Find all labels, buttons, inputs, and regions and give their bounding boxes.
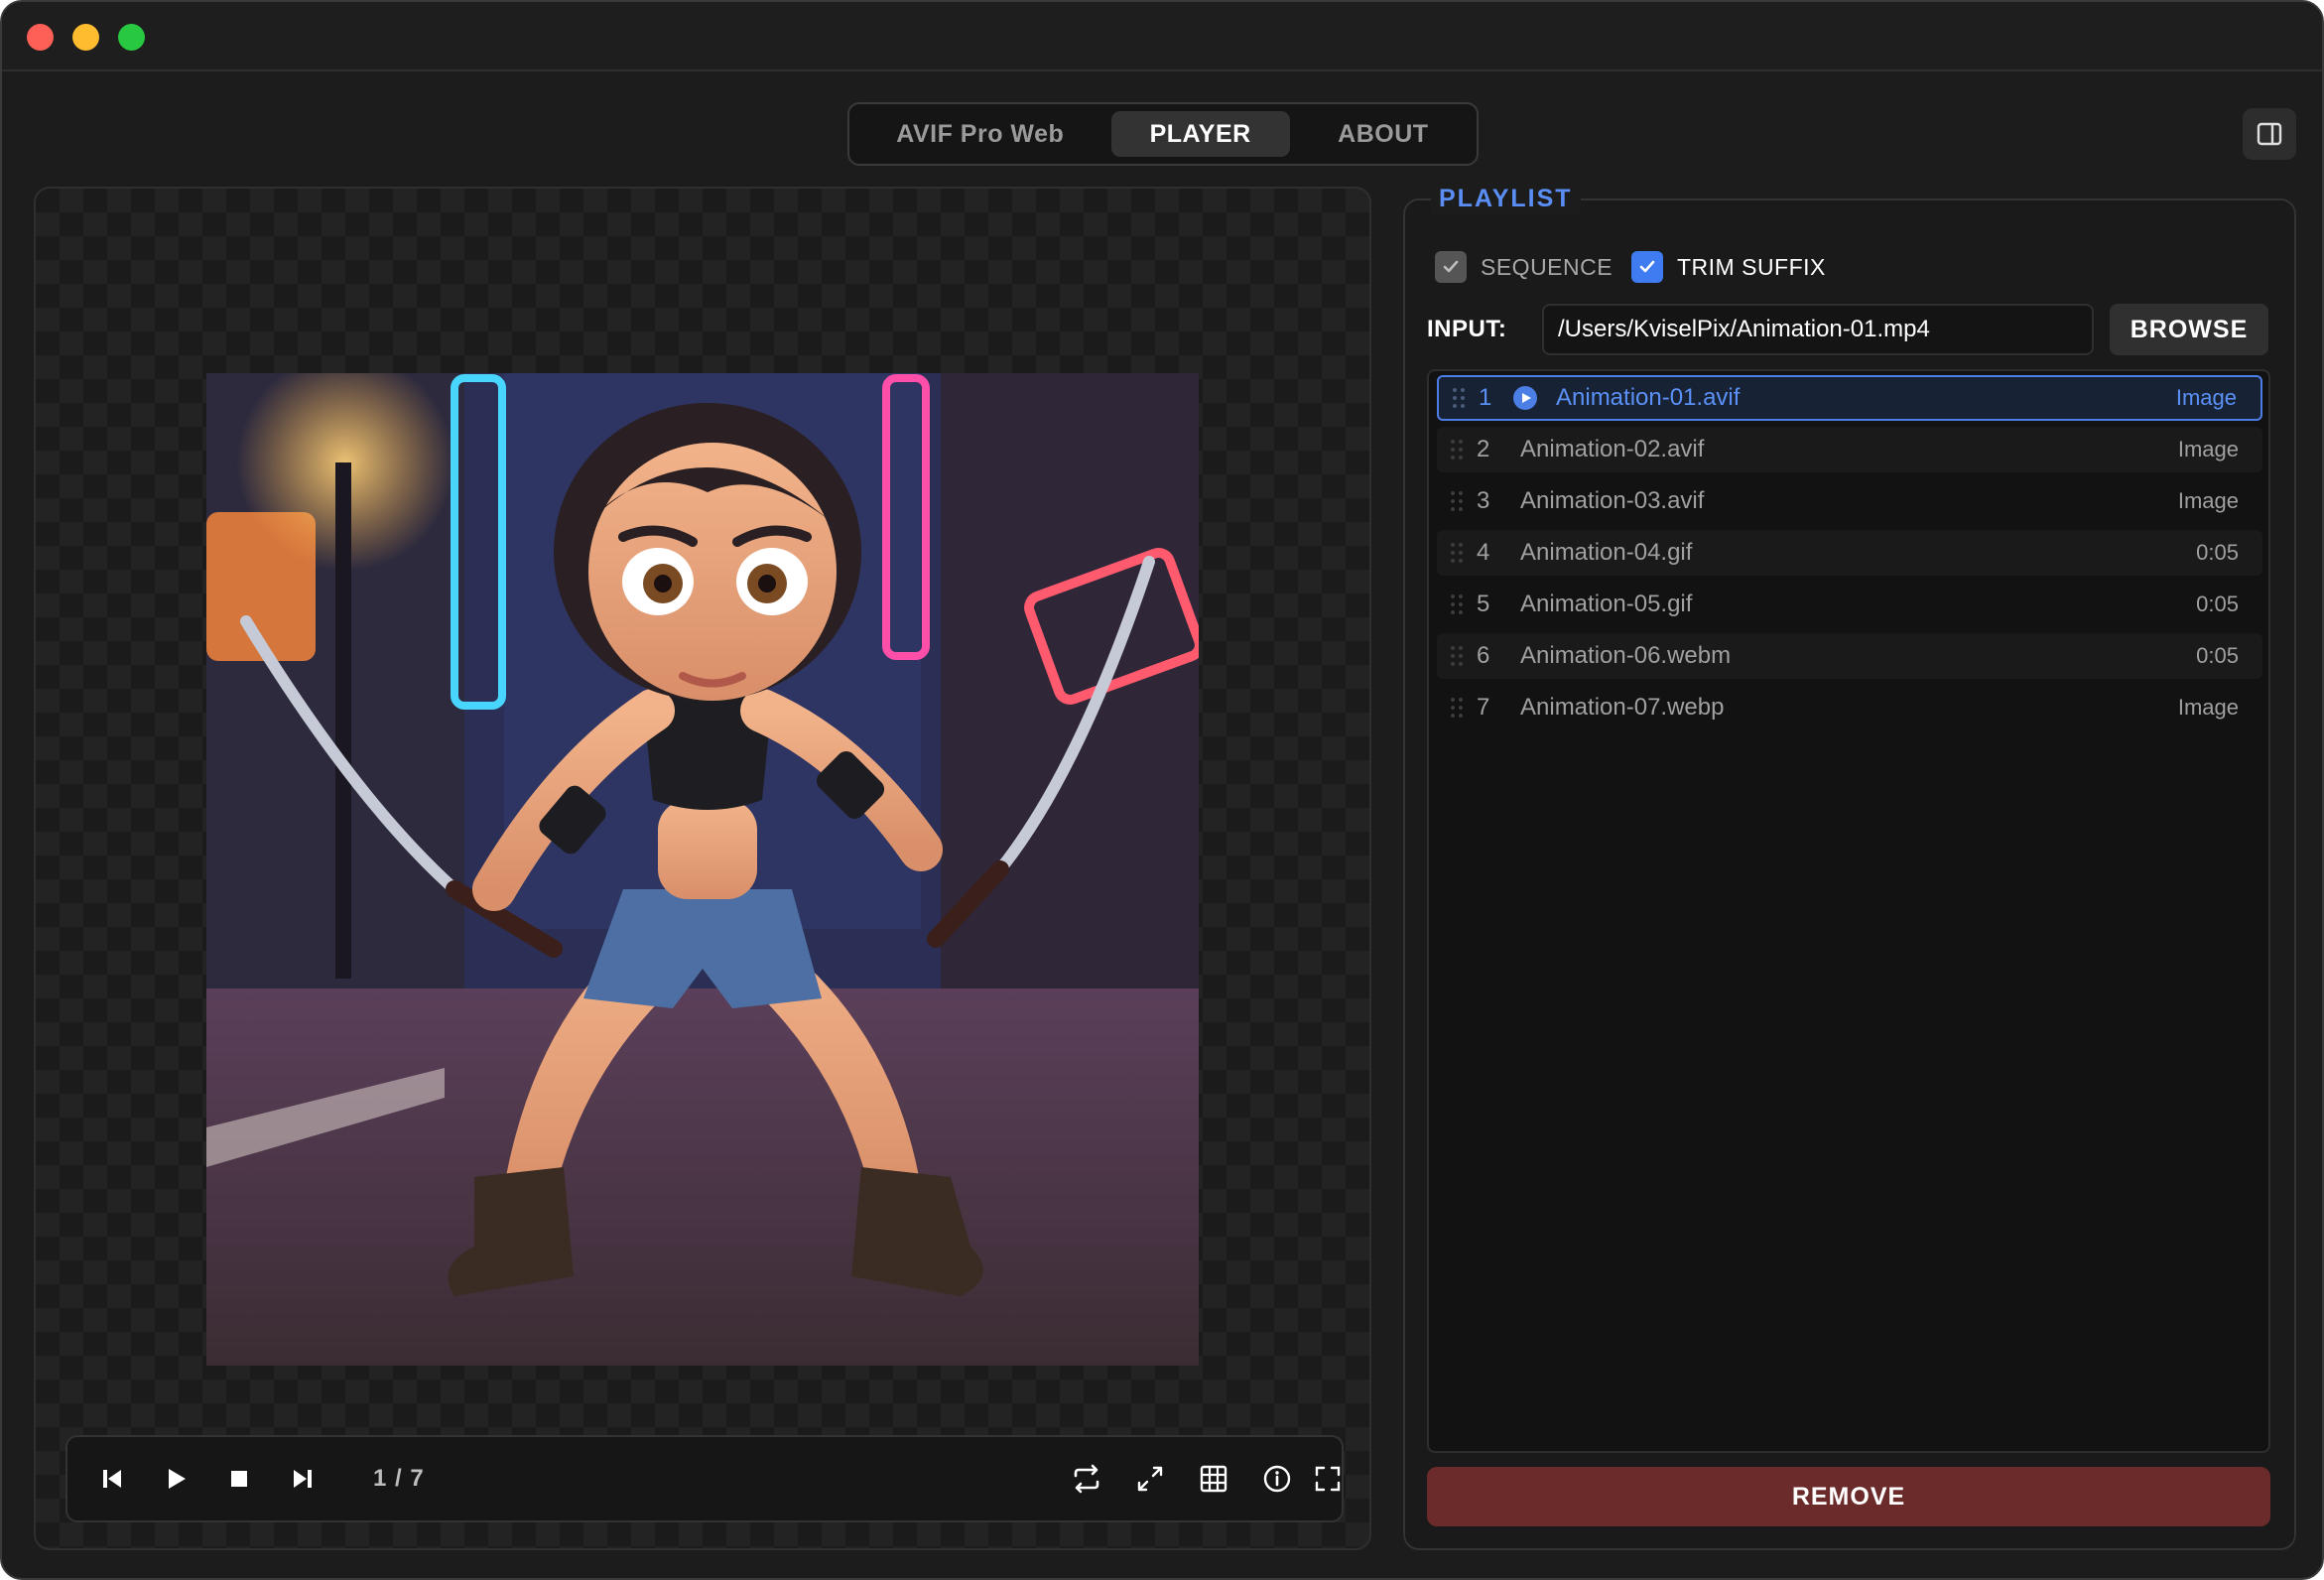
drag-handle-icon[interactable] (1437, 542, 1477, 564)
grid-icon (1200, 1465, 1227, 1493)
character-illustration (206, 373, 1199, 1366)
item-kind: Image (2175, 385, 2237, 410)
drag-handle-icon[interactable] (1437, 645, 1477, 667)
playlist-title: PLAYLIST (1431, 185, 1581, 213)
play-button[interactable] (149, 1437, 202, 1520)
minimize-window-button[interactable] (72, 24, 99, 51)
loop-button[interactable] (1060, 1437, 1113, 1520)
sequence-option[interactable]: SEQUENCE (1435, 250, 1613, 284)
item-index: 1 (1479, 384, 1492, 411)
item-index: 2 (1477, 436, 1490, 462)
checkmark-icon (1443, 260, 1459, 273)
item-name: Animation-04.gif (1520, 539, 1693, 566)
item-name: Animation-05.gif (1520, 591, 1693, 617)
item-name: Animation-07.webp (1520, 694, 1725, 721)
title-bar (2, 2, 2322, 71)
playlist-item-6[interactable]: 6 Animation-06.webm 0:05 (1437, 633, 2262, 679)
item-index: 4 (1477, 539, 1490, 566)
playlist-item-5[interactable]: 5 Animation-05.gif 0:05 (1437, 582, 2262, 627)
checkmark-icon (1639, 260, 1655, 273)
remove-button[interactable]: REMOVE (1427, 1467, 2270, 1526)
tab-bar: AVIF Pro Web PLAYER ABOUT (847, 102, 1479, 166)
info-button[interactable] (1250, 1437, 1304, 1520)
next-button[interactable] (276, 1437, 329, 1520)
item-index: 3 (1477, 487, 1490, 514)
app-window: AVIF Pro Web PLAYER ABOUT 1 / 7 PLAYLIST… (0, 0, 2324, 1580)
drag-handle-icon[interactable] (1437, 697, 1477, 719)
info-icon (1263, 1465, 1291, 1493)
item-kind: Image (2177, 695, 2239, 720)
item-kind: Image (2177, 437, 2239, 461)
previous-button[interactable] (85, 1437, 139, 1520)
item-duration: 0:05 (2196, 540, 2239, 565)
tab-avif-pro-web[interactable]: AVIF Pro Web (855, 111, 1105, 157)
now-playing-icon (1512, 385, 1556, 411)
skip-previous-icon (103, 1470, 121, 1488)
skip-next-icon (294, 1470, 312, 1488)
item-name: Animation-06.webm (1520, 642, 1732, 669)
expand-arrows-icon (1137, 1466, 1163, 1492)
tab-player[interactable]: PLAYER (1110, 111, 1290, 157)
fullscreen-icon (1315, 1466, 1341, 1492)
trim-suffix-option[interactable]: TRIM SUFFIX (1631, 250, 1826, 284)
playlist-item-4[interactable]: 4 Animation-04.gif 0:05 (1437, 530, 2262, 576)
item-name: Animation-02.avif (1520, 436, 1705, 462)
playlist-list: 1 Animation-01.avif Image 2 Animation-02… (1427, 369, 2270, 1453)
zoom-window-button[interactable] (118, 24, 145, 51)
trim-suffix-label: TRIM SUFFIX (1677, 253, 1826, 280)
grid-button[interactable] (1187, 1437, 1240, 1520)
sequence-label: SEQUENCE (1481, 253, 1614, 280)
item-name: Animation-01.avif (1556, 384, 1741, 411)
item-name: Animation-03.avif (1520, 487, 1705, 514)
item-index: 5 (1477, 591, 1490, 617)
fit-size-button[interactable] (1123, 1437, 1177, 1520)
drag-handle-icon[interactable] (1437, 439, 1477, 461)
close-window-button[interactable] (27, 24, 54, 51)
item-kind: Image (2177, 488, 2239, 513)
drag-handle-icon[interactable] (1439, 387, 1479, 409)
sidebar-icon (2257, 122, 2282, 146)
input-path-field[interactable]: /Users/KviselPix/Animation-01.mp4 (1542, 304, 2094, 355)
play-icon (169, 1469, 186, 1489)
playlist-item-1[interactable]: 1 Animation-01.avif Image (1437, 375, 2262, 421)
stop-icon (231, 1471, 247, 1487)
frame-counter: 1 / 7 (373, 1465, 425, 1492)
input-label: INPUT: (1427, 316, 1507, 342)
fullscreen-button[interactable] (1314, 1437, 1342, 1520)
repeat-icon (1074, 1464, 1099, 1494)
trim-suffix-checkbox[interactable] (1631, 251, 1663, 283)
sequence-checkbox[interactable] (1435, 251, 1467, 283)
browse-button[interactable]: BROWSE (2110, 304, 2268, 355)
drag-handle-icon[interactable] (1437, 593, 1477, 615)
tab-about[interactable]: ABOUT (1296, 111, 1471, 157)
preview-area: 1 / 7 (34, 187, 1371, 1550)
playlist-item-7[interactable]: 7 Animation-07.webp Image (1437, 685, 2262, 730)
playlist-item-2[interactable]: 2 Animation-02.avif Image (1437, 427, 2262, 472)
playlist-item-3[interactable]: 3 Animation-03.avif Image (1437, 478, 2262, 524)
item-index: 7 (1477, 694, 1490, 721)
sidebar-toggle-button[interactable] (2243, 108, 2296, 160)
item-index: 6 (1477, 642, 1490, 669)
drag-handle-icon[interactable] (1437, 490, 1477, 512)
item-duration: 0:05 (2196, 592, 2239, 616)
player-controls: 1 / 7 (65, 1435, 1344, 1522)
animation-frame-image (206, 373, 1199, 1366)
item-duration: 0:05 (2196, 643, 2239, 668)
stop-button[interactable] (212, 1437, 266, 1520)
